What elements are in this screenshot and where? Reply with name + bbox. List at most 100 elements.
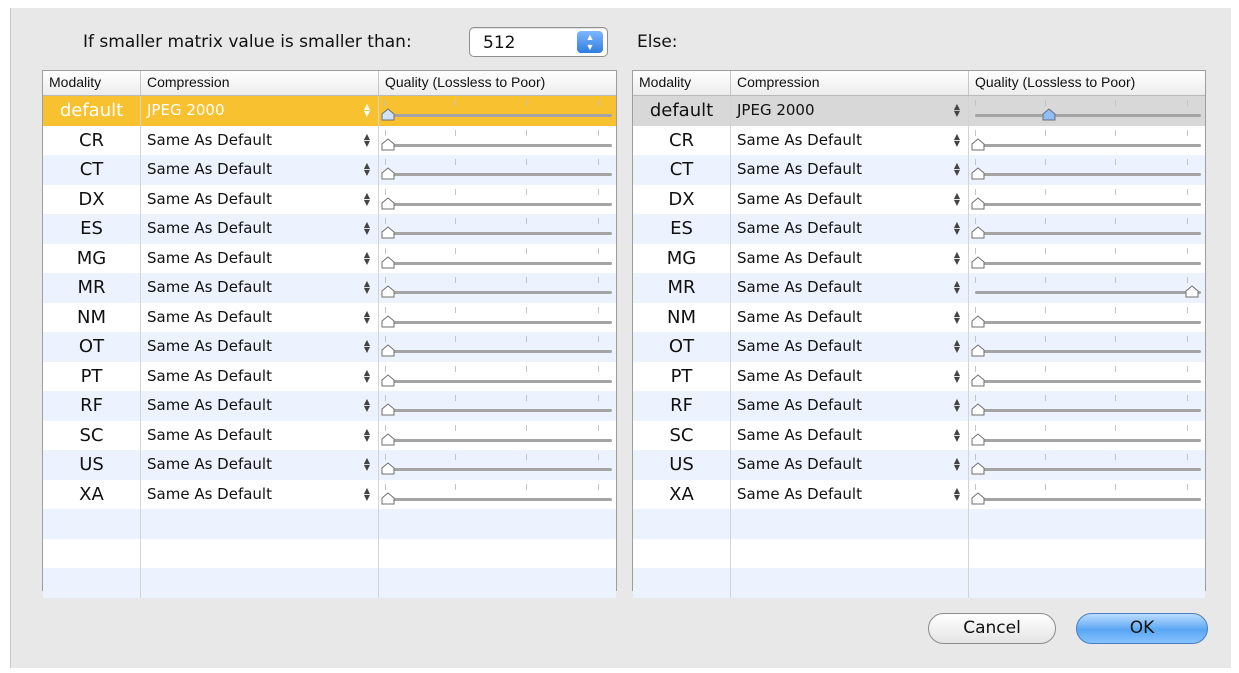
column-header-compression[interactable]: Compression [731,71,969,95]
table-row[interactable]: MR Same As Default ▲ ▼ [43,273,616,303]
quality-slider[interactable] [379,421,616,451]
slider-knob[interactable] [971,491,985,504]
quality-slider[interactable] [969,362,1205,392]
compression-popup[interactable]: Same As Default ▲ ▼ [141,273,379,303]
quality-slider[interactable] [379,185,616,215]
quality-slider[interactable] [379,126,616,156]
compression-popup[interactable]: Same As Default ▲ ▼ [141,302,379,332]
threshold-popup[interactable]: 512 ▲ ▼ [469,27,608,57]
quality-slider[interactable] [379,96,616,126]
table-row[interactable]: SC Same As Default ▲ ▼ [633,420,1205,451]
table-row[interactable]: ES Same As Default ▲ ▼ [43,214,616,244]
slider-knob[interactable] [381,491,395,504]
slider-knob[interactable] [971,226,985,239]
quality-slider[interactable] [969,185,1205,215]
slider-knob[interactable] [971,432,985,445]
table-row[interactable]: CT Same As Default ▲ ▼ [43,155,616,185]
table-row[interactable]: MR Same As Default ▲ ▼ [633,273,1205,303]
slider-knob[interactable] [381,344,395,357]
table-row[interactable]: CT Same As Default ▲ ▼ [633,155,1205,185]
quality-slider[interactable] [969,244,1205,274]
quality-slider[interactable] [969,421,1205,451]
slider-knob[interactable] [971,403,985,416]
slider-knob[interactable] [1042,108,1056,121]
quality-slider[interactable] [969,214,1205,244]
quality-slider[interactable] [969,126,1205,156]
slider-knob[interactable] [381,226,395,239]
column-header-quality[interactable]: Quality (Lossless to Poor) [379,71,616,95]
compression-popup[interactable]: Same As Default ▲ ▼ [731,450,969,480]
table-row[interactable]: PT Same As Default ▲ ▼ [43,361,616,392]
compression-popup[interactable]: Same As Default ▲ ▼ [141,391,379,421]
slider-knob[interactable] [971,196,985,209]
quality-slider[interactable] [969,391,1205,421]
slider-knob[interactable] [381,137,395,150]
slider-knob[interactable] [381,432,395,445]
slider-knob[interactable] [381,462,395,475]
slider-knob[interactable] [381,108,395,121]
compression-popup[interactable]: Same As Default ▲ ▼ [731,420,969,450]
compression-popup[interactable]: Same As Default ▲ ▼ [141,125,379,155]
compression-popup[interactable]: Same As Default ▲ ▼ [141,361,379,391]
table-row[interactable]: ES Same As Default ▲ ▼ [633,214,1205,244]
compression-popup[interactable]: Same As Default ▲ ▼ [141,155,379,185]
table-row[interactable]: DX Same As Default ▲ ▼ [43,184,616,215]
compression-popup[interactable]: Same As Default ▲ ▼ [731,332,969,362]
slider-knob[interactable] [381,196,395,209]
compression-popup[interactable]: Same As Default ▲ ▼ [731,214,969,244]
table-row[interactable]: OT Same As Default ▲ ▼ [633,332,1205,362]
compression-popup[interactable]: Same As Default ▲ ▼ [731,125,969,155]
table-row[interactable]: PT Same As Default ▲ ▼ [633,361,1205,392]
table-row[interactable]: RF Same As Default ▲ ▼ [43,391,616,421]
compression-popup[interactable]: Same As Default ▲ ▼ [141,450,379,480]
column-header-quality[interactable]: Quality (Lossless to Poor) [969,71,1205,95]
table-row[interactable]: NM Same As Default ▲ ▼ [633,302,1205,333]
quality-slider[interactable] [969,303,1205,333]
quality-slider[interactable] [379,244,616,274]
slider-knob[interactable] [971,255,985,268]
quality-slider[interactable] [969,273,1205,303]
compression-popup[interactable]: Same As Default ▲ ▼ [141,332,379,362]
table-row[interactable]: NM Same As Default ▲ ▼ [43,302,616,332]
table-row[interactable]: CR Same As Default ▲ ▼ [633,125,1205,156]
quality-slider[interactable] [379,450,616,480]
table-row[interactable]: MG Same As Default ▲ ▼ [633,243,1205,274]
slider-knob[interactable] [381,373,395,386]
slider-knob[interactable] [971,344,985,357]
slider-knob[interactable] [971,373,985,386]
ok-button[interactable]: OK [1076,613,1208,644]
quality-slider[interactable] [379,391,616,421]
quality-slider[interactable] [379,273,616,303]
quality-slider[interactable] [969,96,1205,126]
compression-popup[interactable]: Same As Default ▲ ▼ [141,214,379,244]
quality-slider[interactable] [969,155,1205,185]
table-row[interactable]: OT Same As Default ▲ ▼ [43,332,616,362]
table-row[interactable]: SC Same As Default ▲ ▼ [43,420,616,451]
quality-slider[interactable] [969,480,1205,510]
slider-knob[interactable] [381,285,395,298]
slider-knob[interactable] [971,462,985,475]
cancel-button[interactable]: Cancel [928,613,1056,644]
compression-popup[interactable]: Same As Default ▲ ▼ [731,273,969,303]
table-row[interactable]: DX Same As Default ▲ ▼ [633,184,1205,215]
column-header-modality[interactable]: Modality [633,71,731,95]
slider-knob[interactable] [971,314,985,327]
quality-slider[interactable] [379,480,616,510]
compression-popup[interactable]: Same As Default ▲ ▼ [731,479,969,509]
slider-knob[interactable] [381,255,395,268]
slider-knob[interactable] [381,314,395,327]
quality-slider[interactable] [379,332,616,362]
slider-knob[interactable] [1185,285,1199,298]
slider-knob[interactable] [971,167,985,180]
compression-popup[interactable]: Same As Default ▲ ▼ [731,361,969,391]
compression-popup[interactable]: Same As Default ▲ ▼ [141,479,379,509]
compression-popup[interactable]: JPEG 2000 ▲ ▼ [731,96,969,126]
table-row-default[interactable]: default JPEG 2000 ▲ ▼ [43,96,616,126]
quality-slider[interactable] [379,214,616,244]
quality-slider[interactable] [379,155,616,185]
table-row[interactable]: CR Same As Default ▲ ▼ [43,125,616,156]
table-row[interactable]: MG Same As Default ▲ ▼ [43,243,616,274]
quality-slider[interactable] [969,332,1205,362]
column-header-modality[interactable]: Modality [43,71,141,95]
quality-slider[interactable] [379,362,616,392]
